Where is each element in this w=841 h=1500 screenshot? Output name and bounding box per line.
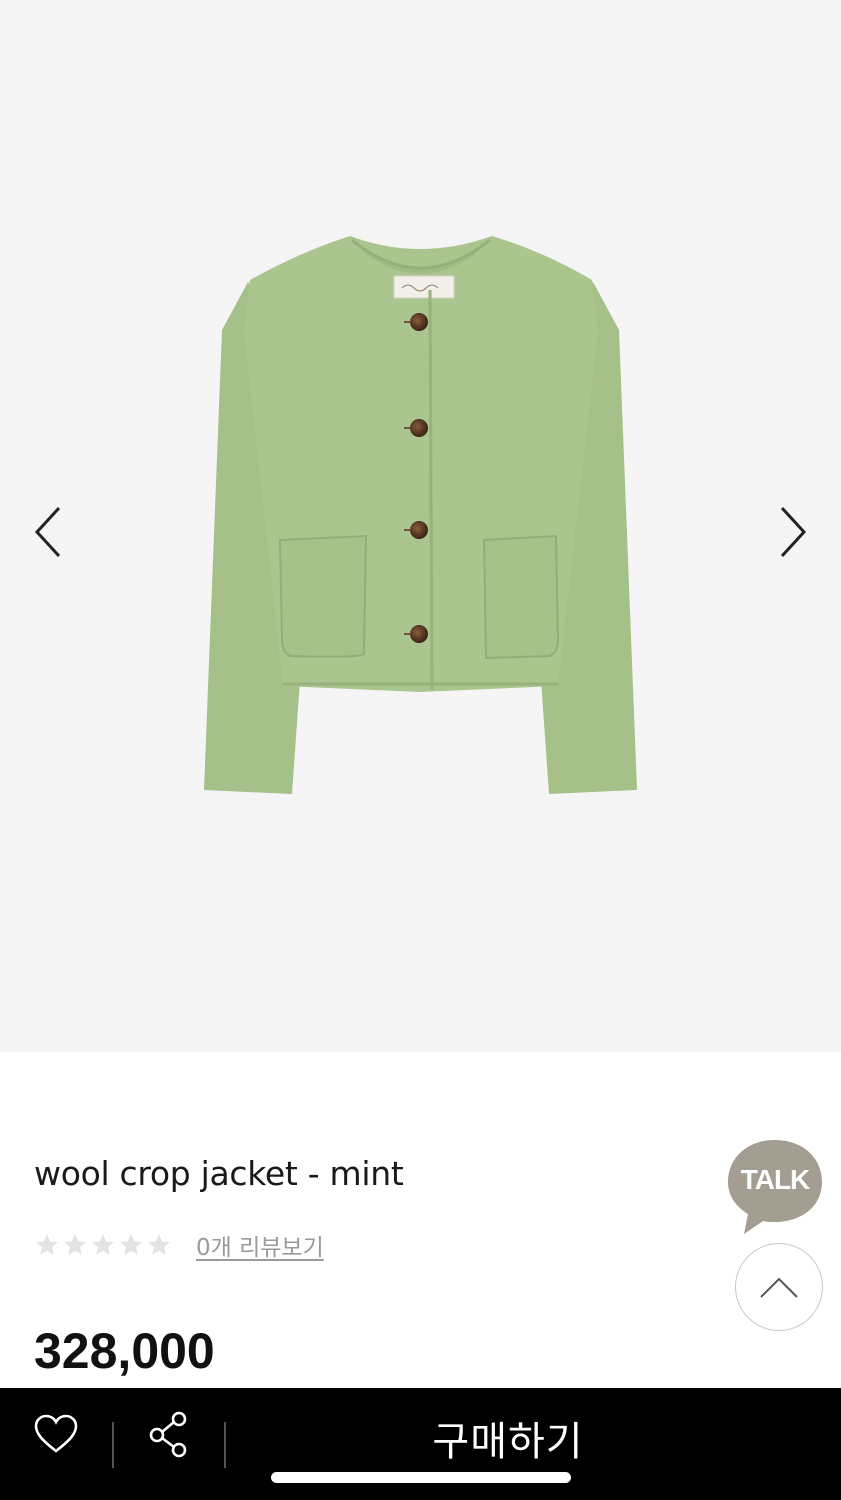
product-price: 328,000 (34, 1323, 215, 1379)
star-icon (120, 1234, 142, 1255)
review-link[interactable]: 0개 리뷰보기 (196, 1228, 324, 1262)
kakao-talk-button[interactable]: TALK (726, 1138, 824, 1236)
divider (224, 1422, 226, 1468)
product-gallery (0, 0, 841, 1052)
chevron-left-icon (34, 506, 61, 558)
bottom-action-bar: 구매하기 (0, 1388, 841, 1500)
share-icon (149, 1411, 187, 1458)
talk-label: TALK (740, 1164, 811, 1195)
star-icon (92, 1234, 114, 1255)
rating-row: 0개 리뷰보기 (34, 1228, 324, 1262)
star-icon (36, 1234, 58, 1255)
star-icon (64, 1234, 86, 1255)
home-indicator[interactable] (271, 1472, 571, 1483)
heart-icon (34, 1414, 78, 1453)
chevron-up-icon (760, 1277, 798, 1298)
star-rating (34, 1232, 172, 1258)
product-title: wool crop jacket - mint (34, 1154, 404, 1193)
product-image (204, 236, 637, 794)
share-button[interactable] (142, 1408, 194, 1460)
scroll-to-top-button[interactable] (735, 1243, 823, 1331)
chevron-right-icon (780, 506, 807, 558)
next-image-button[interactable] (763, 500, 823, 564)
divider (112, 1422, 114, 1468)
star-icon (148, 1234, 170, 1255)
previous-image-button[interactable] (18, 500, 78, 564)
wishlist-button[interactable] (30, 1408, 82, 1460)
buy-label: 구매하기 (432, 1419, 584, 1465)
